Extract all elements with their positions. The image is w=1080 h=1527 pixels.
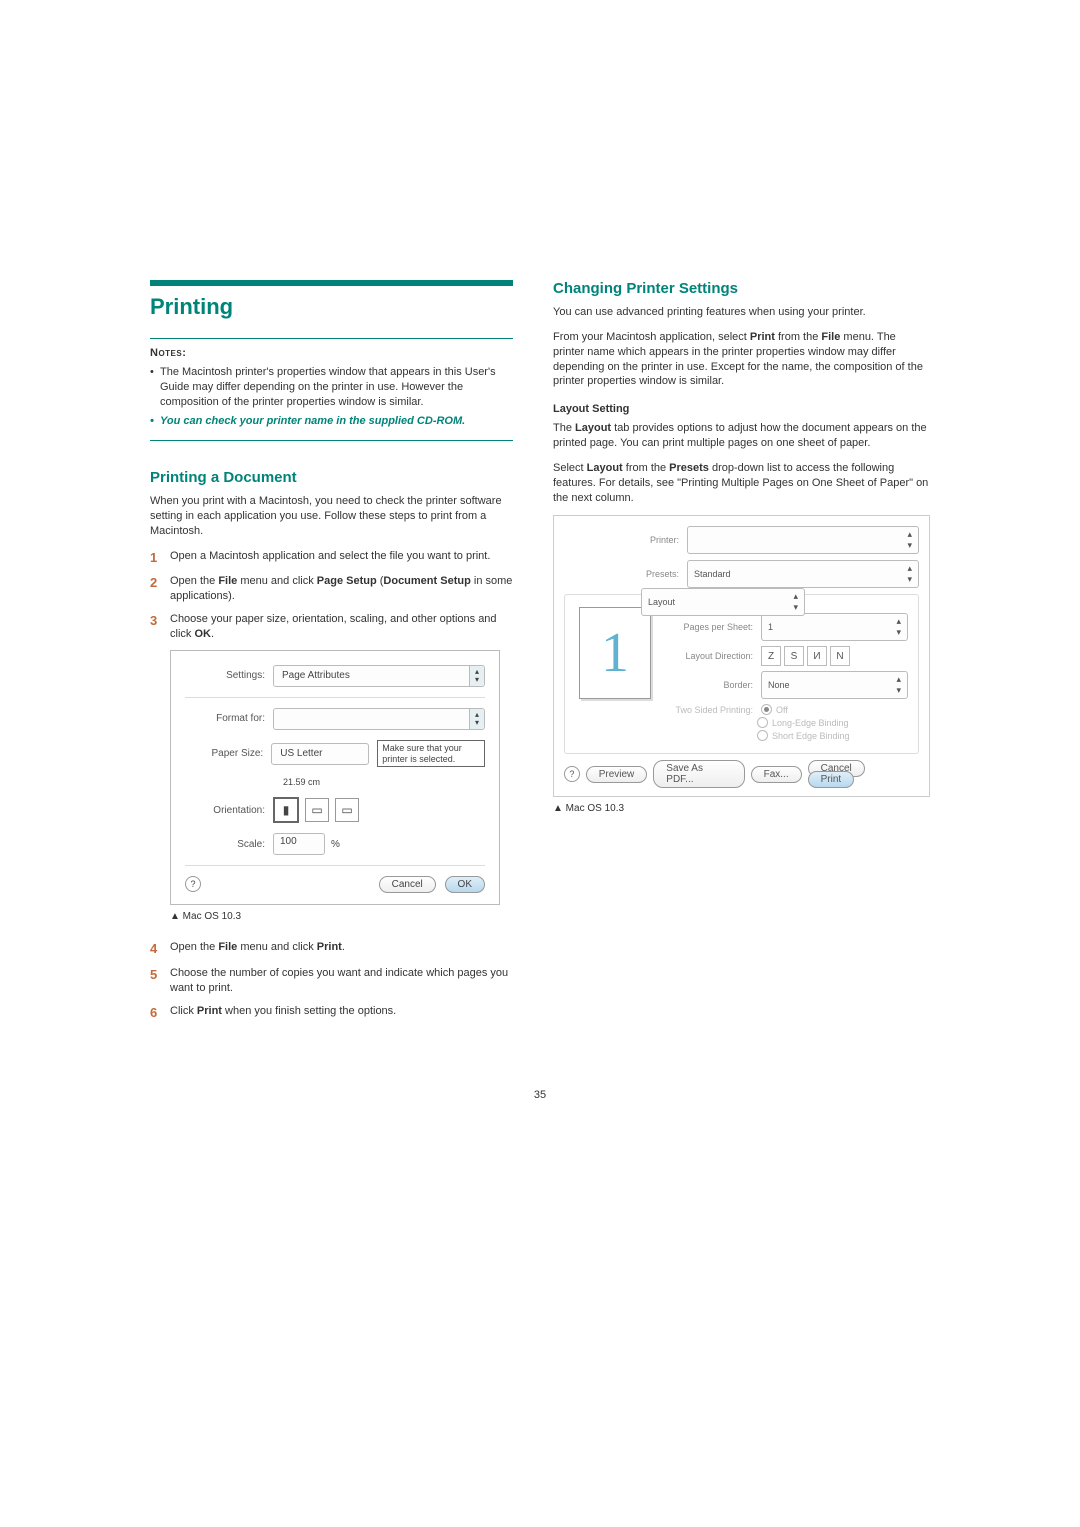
tsp-long-row: Long-Edge Binding: [757, 717, 908, 728]
dropdown-arrows-icon: ▴▾: [469, 709, 484, 729]
printer-dropdown[interactable]: ▴▾: [687, 526, 919, 554]
layout-preview: 1: [579, 607, 651, 699]
paper-dim: 21.59 cm: [283, 777, 320, 787]
help-icon[interactable]: ?: [564, 766, 580, 782]
right-para2: From your Macintosh application, select …: [553, 330, 930, 389]
step-5: 5 Choose the number of copies you want a…: [150, 966, 513, 996]
step-2: 2 Open the File menu and click Page Setu…: [150, 574, 513, 604]
format-label: Format for:: [185, 713, 273, 724]
tsp-off-radio[interactable]: [761, 704, 772, 715]
printer-callout: Make sure that your printer is selected.: [377, 740, 485, 768]
tsp-long-radio[interactable]: [757, 717, 768, 728]
tsp-label: Two Sided Printing:: [665, 705, 761, 715]
title-bar: [150, 280, 513, 286]
step-1: 1 Open a Macintosh application and selec…: [150, 549, 513, 567]
left-column: Printing Notes: • The Macintosh printer'…: [150, 280, 513, 1029]
direction-n2-icon[interactable]: N: [830, 646, 850, 666]
print-dialog-figure: Printer: ▴▾ Presets: Standard▴▾ Layout▴▾…: [553, 515, 930, 797]
dropdown-arrows-icon: ▴▾: [896, 616, 901, 638]
orientation-landscape-icon[interactable]: ▭: [305, 798, 329, 822]
notes-label: Notes:: [150, 347, 513, 359]
layout-tab-dropdown[interactable]: Layout▴▾: [641, 588, 805, 616]
settings-label: Settings:: [185, 670, 273, 681]
direction-s-icon[interactable]: S: [784, 646, 804, 666]
preview-button[interactable]: Preview: [586, 766, 648, 783]
page-setup-figure: Settings: Page Attributes ▴▾ Format for:…: [170, 650, 500, 906]
layout-setting-title: Layout Setting: [553, 403, 930, 415]
tsp-short-row: Short Edge Binding: [757, 730, 908, 741]
section1-para: When you print with a Macintosh, you nee…: [150, 494, 513, 539]
notes-box: Notes: • The Macintosh printer's propert…: [150, 338, 513, 441]
tsp-short-radio[interactable]: [757, 730, 768, 741]
page-number: 35: [150, 1089, 930, 1101]
scale-input[interactable]: 100: [273, 833, 325, 855]
changing-settings-title: Changing Printer Settings: [553, 280, 930, 297]
main-title: Printing: [150, 294, 513, 320]
layout-para2: Select Layout from the Presets drop-down…: [553, 461, 930, 506]
figure1-caption: ▲ Mac OS 10.3: [170, 911, 513, 922]
note-bullet-1: • The Macintosh printer's properties win…: [150, 365, 513, 410]
fax-button[interactable]: Fax...: [751, 766, 802, 783]
dropdown-arrows-icon: ▴▾: [907, 529, 912, 551]
step-6: 6 Click Print when you finish setting th…: [150, 1004, 513, 1022]
paper-dropdown[interactable]: US Letter: [271, 743, 369, 765]
settings-dropdown[interactable]: Page Attributes ▴▾: [273, 665, 485, 687]
presets-label: Presets:: [604, 569, 687, 579]
save-pdf-button[interactable]: Save As PDF...: [653, 760, 744, 788]
orientation-label: Orientation:: [185, 805, 273, 816]
layout-para1: The Layout tab provides options to adjus…: [553, 421, 930, 451]
step-4: 4 Open the File menu and click Print.: [150, 940, 513, 958]
pps-label: Pages per Sheet:: [665, 622, 761, 632]
border-label: Border:: [665, 680, 761, 690]
direction-z-icon[interactable]: Z: [761, 646, 781, 666]
section-printing-doc: Printing a Document: [150, 469, 513, 486]
print-button[interactable]: Print: [808, 771, 855, 788]
border-dropdown[interactable]: None▴▾: [761, 671, 908, 699]
dropdown-arrows-icon: ▴▾: [469, 666, 484, 686]
dir-label: Layout Direction:: [665, 651, 761, 661]
presets-dropdown[interactable]: Standard▴▾: [687, 560, 919, 588]
dropdown-arrows-icon: ▴▾: [907, 563, 912, 585]
step-3: 3 Choose your paper size, orientation, s…: [150, 612, 513, 642]
scale-label: Scale:: [185, 839, 273, 850]
dropdown-arrows-icon: ▴▾: [896, 674, 901, 696]
pps-dropdown[interactable]: 1▴▾: [761, 613, 908, 641]
format-dropdown[interactable]: ▴▾: [273, 708, 485, 730]
right-para1: You can use advanced printing features w…: [553, 305, 930, 320]
dropdown-arrows-icon: ▴▾: [793, 591, 798, 613]
paper-label: Paper Size:: [185, 748, 271, 759]
right-column: Changing Printer Settings You can use ad…: [553, 280, 930, 1029]
note-bullet-2: • You can check your printer name in the…: [150, 414, 513, 429]
ok-button[interactable]: OK: [445, 876, 485, 893]
printer-label: Printer:: [604, 535, 687, 545]
orientation-reverse-icon[interactable]: ▭: [335, 798, 359, 822]
cancel-button[interactable]: Cancel: [379, 876, 436, 893]
figure2-caption: ▲ Mac OS 10.3: [553, 803, 930, 814]
direction-n1-icon[interactable]: И: [807, 646, 827, 666]
orientation-portrait-icon[interactable]: ▮: [273, 797, 299, 823]
help-icon[interactable]: ?: [185, 876, 201, 892]
